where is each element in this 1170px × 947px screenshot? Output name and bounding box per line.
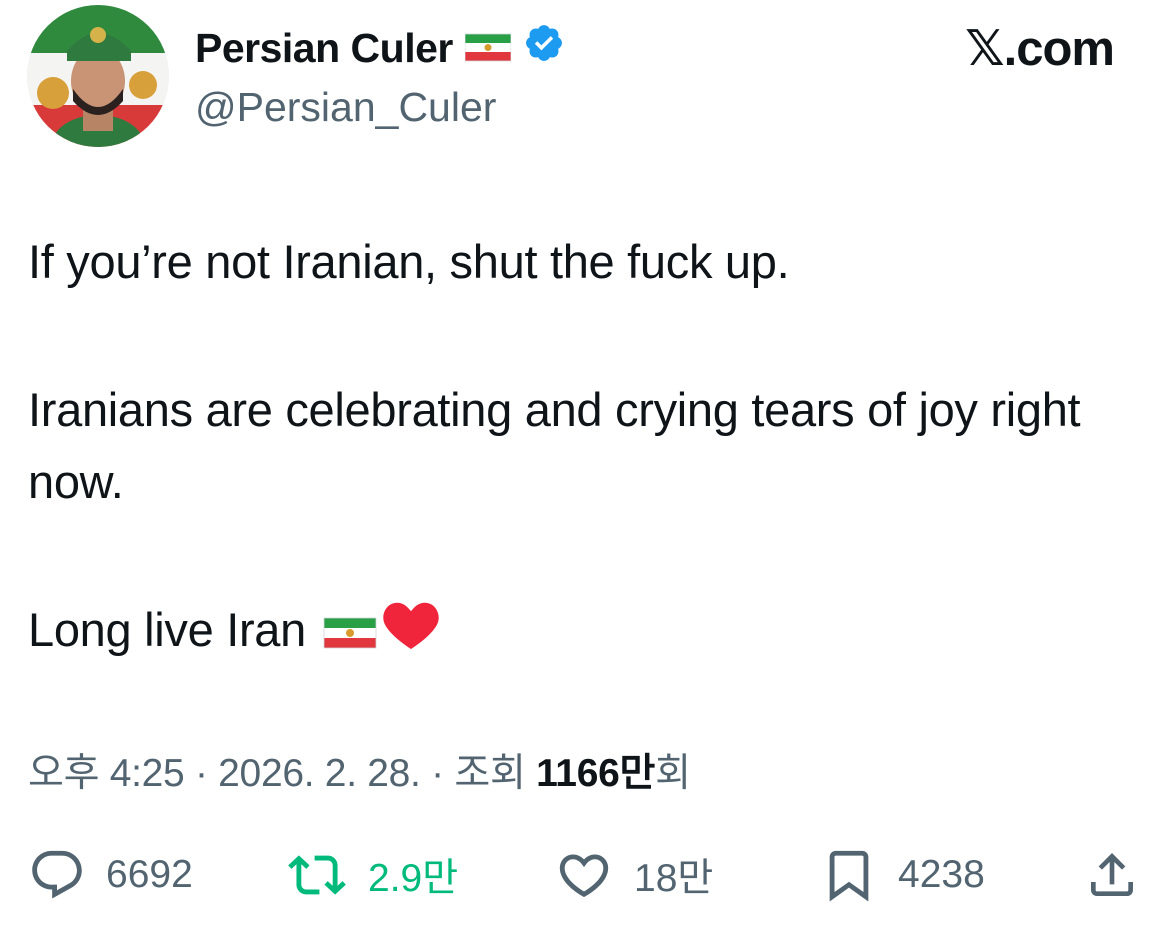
retweet-count: 2.9만 xyxy=(368,857,459,900)
tweet-meta: 오후 4:25 · 2026. 2. 28. · 조회 1166만회 xyxy=(28,742,691,798)
x-brand-logo: 𝕏.com xyxy=(965,22,1115,76)
bookmark-icon xyxy=(829,850,869,902)
like-button[interactable]: 18만 xyxy=(554,840,713,910)
display-name-text: Persian Culer xyxy=(195,24,453,71)
tweet-actions: 6692 2.9만 18만 4238 xyxy=(0,840,1170,910)
views-suffix: 회 xyxy=(655,752,691,795)
tweet-line-1: If you’re not Iranian, shut the fuck up. xyxy=(28,235,790,288)
views-count: 1166만 xyxy=(536,752,656,795)
tweet-text: If you’re not Iranian, shut the fuck up.… xyxy=(28,226,1148,672)
like-icon xyxy=(559,854,609,898)
retweet-button[interactable]: 2.9만 xyxy=(286,840,458,910)
share-icon xyxy=(1091,853,1133,896)
tweet-line-3-text: Long live Iran xyxy=(28,603,306,656)
author-handle[interactable]: @Persian_Culer xyxy=(195,84,496,131)
tweet-line-3: Long live Iran xyxy=(28,594,1148,672)
bookmark-button[interactable]: 4238 xyxy=(820,840,985,910)
views-label: 조회 xyxy=(454,752,537,795)
display-name[interactable]: Persian Culer xyxy=(195,22,565,74)
reply-count: 6692 xyxy=(106,853,193,896)
like-count: 18만 xyxy=(634,857,714,900)
reply-icon xyxy=(32,850,82,899)
meta-separator: · xyxy=(184,752,219,795)
meta-separator: · xyxy=(420,752,455,795)
bookmark-count: 4238 xyxy=(898,853,985,896)
tweet-line-2: Iranians are celebrating and crying tear… xyxy=(28,383,1081,508)
iran-lion-sun-flag-icon xyxy=(464,25,512,72)
heart-emoji xyxy=(381,596,441,672)
share-button[interactable] xyxy=(1084,840,1140,910)
reply-button[interactable]: 6692 xyxy=(28,840,193,910)
tweet-time[interactable]: 오후 4:25 xyxy=(28,752,185,795)
lion-and-sun-flag-emoji xyxy=(323,600,377,672)
verified-badge-icon xyxy=(523,22,565,74)
retweet-icon xyxy=(288,855,346,895)
tweet-date[interactable]: 2026. 2. 28. xyxy=(218,752,421,795)
avatar[interactable] xyxy=(27,5,169,147)
